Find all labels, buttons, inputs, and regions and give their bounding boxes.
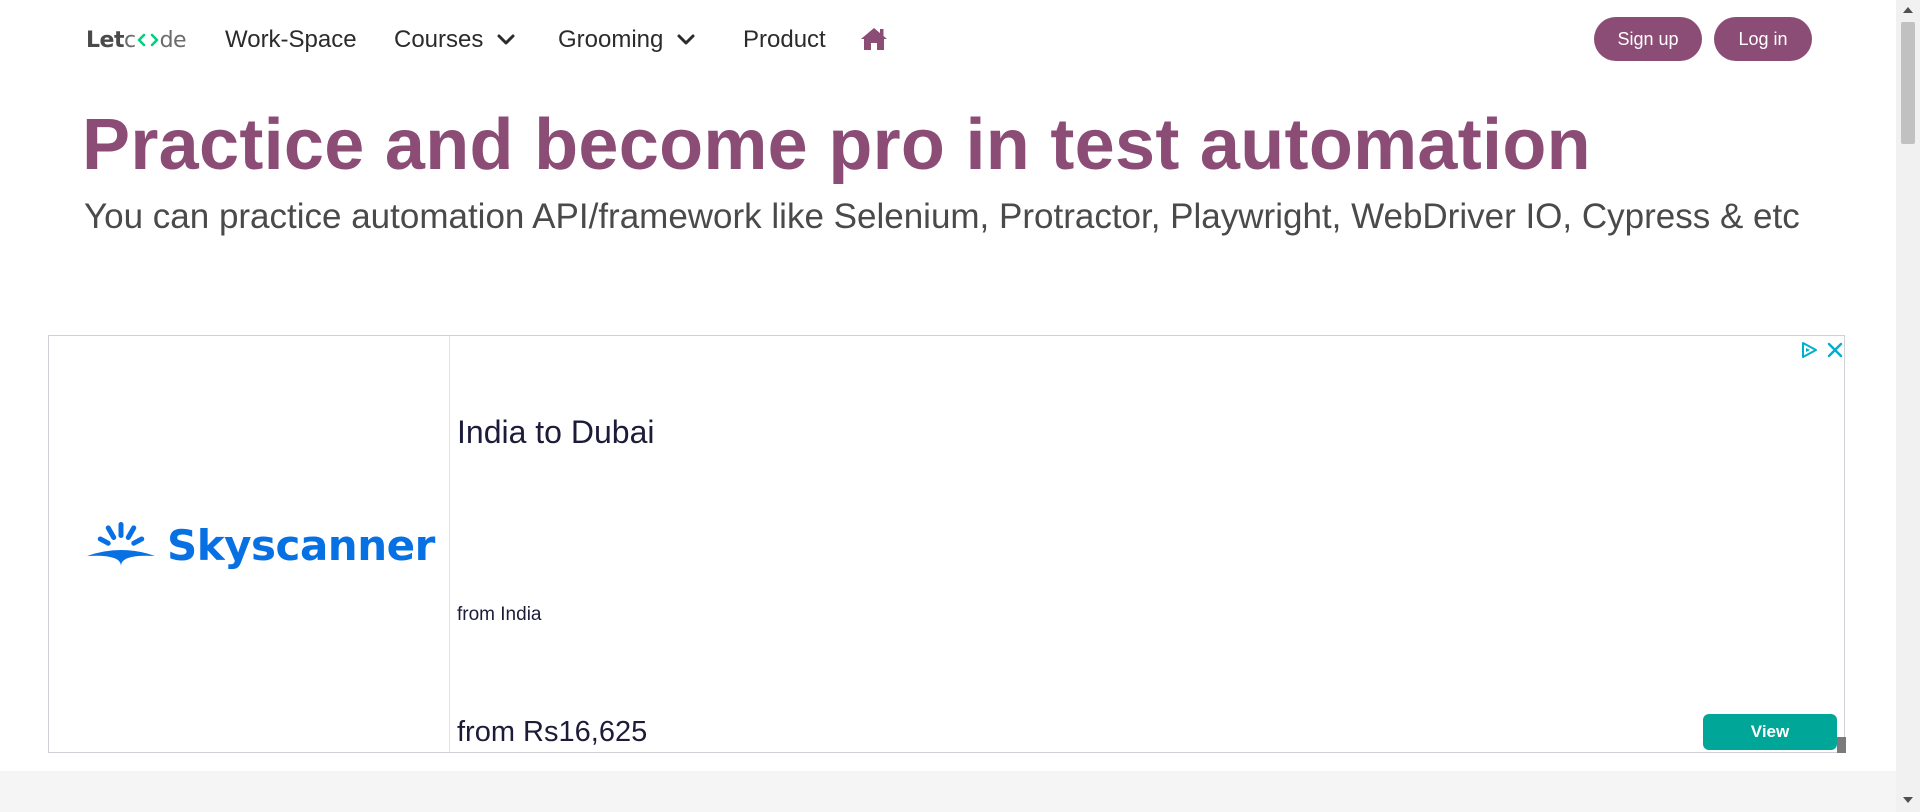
skyscanner-sunrise-icon — [87, 522, 155, 566]
signup-label: Sign up — [1617, 28, 1679, 49]
nav-grooming-label: Grooming — [558, 26, 664, 53]
brand-c: c — [123, 27, 136, 53]
nav-grooming-dropdown[interactable]: Grooming — [558, 20, 697, 60]
page-title: Practice and become pro in test automati… — [82, 105, 1591, 185]
nav-courses-dropdown[interactable]: Courses — [394, 20, 517, 60]
nav-workspace[interactable]: Work-Space — [225, 20, 357, 60]
nav-courses-label: Courses — [394, 26, 484, 53]
scroll-down-arrow-icon[interactable] — [1903, 797, 1913, 803]
home-icon[interactable] — [860, 26, 888, 52]
advertisement-banner[interactable]: Skyscanner India to Dubai from India fro… — [48, 335, 1846, 753]
brand-text-part1: Let — [86, 27, 124, 53]
letcode-logo[interactable]: Let c de — [86, 26, 187, 54]
nav-product-label: Product — [743, 26, 826, 53]
close-icon[interactable] — [1825, 340, 1845, 360]
nav-workspace-label: Work-Space — [225, 26, 357, 53]
login-label: Log in — [1738, 28, 1788, 49]
page-footer-strip — [0, 771, 1896, 812]
scrollbar-thumb[interactable] — [1901, 22, 1915, 144]
nav-product[interactable]: Product — [743, 20, 826, 60]
ad-price: from Rs16,625 — [457, 716, 648, 748]
adchoices-icon[interactable] — [1799, 340, 1819, 360]
vertical-scrollbar[interactable] — [1896, 0, 1920, 812]
ad-brand-name: Skyscanner — [167, 520, 435, 570]
brand-code-icon — [137, 32, 159, 48]
chevron-down-icon — [677, 34, 695, 45]
page-subtitle: You can practice automation API/framewor… — [84, 197, 1800, 236]
navbar: Let c de Work-Space Courses Grooming Pro… — [0, 0, 1896, 80]
login-button[interactable]: Log in — [1714, 17, 1812, 61]
ad-title[interactable]: India to Dubai — [457, 414, 654, 451]
ad-view-button[interactable]: View — [1703, 714, 1837, 750]
brand-text-part2: de — [159, 27, 187, 53]
ad-corner-marker — [1837, 737, 1846, 753]
ad-logo-panel: Skyscanner — [49, 336, 450, 752]
signup-button[interactable]: Sign up — [1594, 17, 1702, 61]
chevron-down-icon — [497, 34, 515, 45]
skyscanner-logo: Skyscanner — [85, 520, 435, 570]
scroll-up-arrow-icon[interactable] — [1903, 7, 1913, 13]
ad-origin: from India — [457, 604, 542, 625]
